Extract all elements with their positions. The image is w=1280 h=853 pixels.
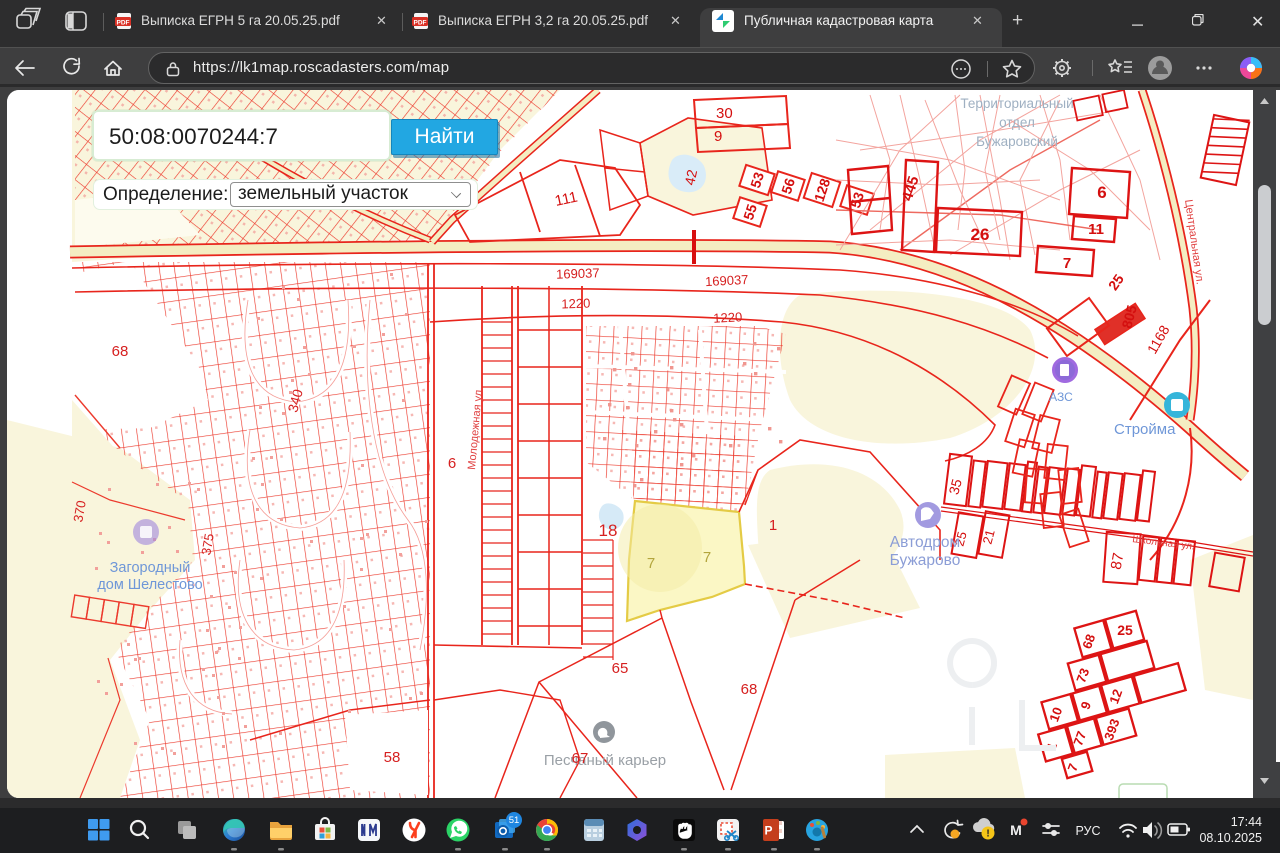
svg-text:P: P: [764, 824, 772, 838]
svg-text:26: 26: [971, 225, 990, 244]
svg-text:169037: 169037: [705, 272, 749, 289]
svg-text:7: 7: [647, 555, 655, 572]
svg-text:68: 68: [112, 343, 129, 360]
svg-text:87: 87: [1108, 552, 1128, 571]
svg-text:Бужарово: Бужарово: [890, 552, 961, 569]
svg-text:17:44: 17:44: [1231, 815, 1262, 829]
svg-text:отдел: отдел: [999, 115, 1035, 130]
svg-text:Бужаровский: Бужаровский: [976, 134, 1058, 149]
svg-text:PDF: PDF: [414, 20, 427, 27]
svg-text:дом Шелестово: дом Шелестово: [97, 577, 202, 593]
svg-text:08.10.2025: 08.10.2025: [1199, 831, 1262, 845]
svg-text:6: 6: [1097, 183, 1106, 202]
svg-text:РУС: РУС: [1075, 824, 1100, 838]
svg-text:6: 6: [448, 455, 456, 472]
svg-text:!: !: [986, 829, 989, 840]
svg-text:1220: 1220: [561, 296, 590, 312]
svg-text:68: 68: [741, 681, 758, 698]
svg-text:АЗС: АЗС: [1049, 390, 1073, 404]
svg-text:58: 58: [384, 749, 401, 766]
svg-text:Автодром: Автодром: [890, 534, 960, 551]
svg-text:11: 11: [1088, 221, 1104, 238]
svg-text:Территориальный: Территориальный: [960, 96, 1073, 111]
svg-text:9: 9: [714, 128, 722, 145]
svg-text:18: 18: [599, 521, 618, 540]
svg-text:25: 25: [1117, 622, 1133, 638]
svg-text:Песчаный карьер: Песчаный карьер: [544, 752, 666, 769]
svg-text:1220: 1220: [713, 309, 743, 325]
svg-text:51: 51: [509, 815, 520, 826]
svg-text:169037: 169037: [556, 265, 600, 282]
svg-text:1: 1: [769, 517, 777, 534]
svg-text:Стройма: Стройма: [1114, 421, 1176, 438]
svg-text:7: 7: [703, 549, 711, 566]
svg-text:7: 7: [1063, 255, 1071, 272]
svg-text:65: 65: [612, 660, 629, 677]
svg-text:30: 30: [716, 105, 733, 122]
svg-text:PDF: PDF: [117, 20, 130, 27]
svg-text:67: 67: [572, 750, 589, 767]
svg-text:M: M: [1010, 822, 1022, 838]
svg-text:Загородный: Загородный: [110, 560, 191, 576]
